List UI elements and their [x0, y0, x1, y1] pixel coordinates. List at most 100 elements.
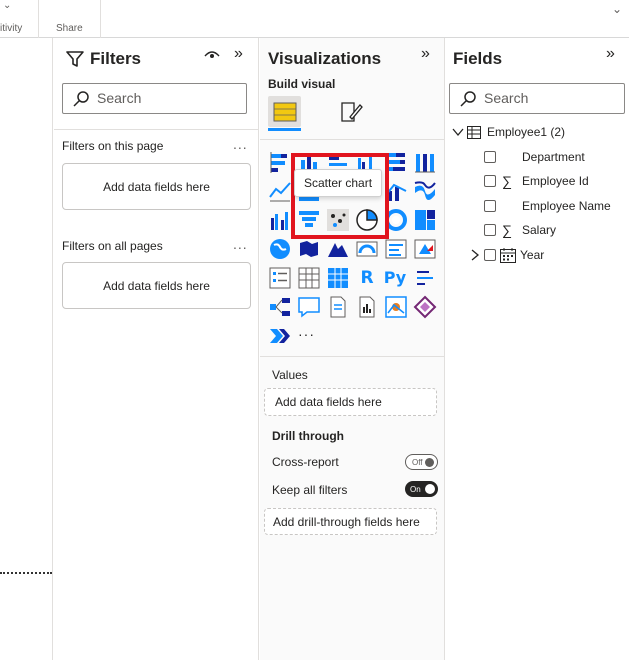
filters-title: Filters [90, 49, 142, 68]
more-options-icon[interactable]: ... [233, 136, 248, 152]
line-chart-icon[interactable] [268, 179, 292, 203]
ribbon-item-sensitivity[interactable]: itivity [0, 23, 22, 34]
field-checkbox[interactable] [484, 249, 496, 261]
toggle-knob [425, 458, 434, 467]
azure-map-icon[interactable] [326, 237, 350, 261]
active-tab-indicator [268, 128, 301, 131]
ribbon-separator [38, 0, 39, 38]
slicer-icon[interactable] [268, 266, 292, 290]
filters-on-page-label: Filters on this page [62, 139, 164, 153]
drill-through-well[interactable]: Add drill-through fields here [264, 508, 437, 535]
visualizations-pane: Visualizations » Build visual R Py ··· S… [260, 38, 445, 660]
field-label: Department [522, 150, 585, 164]
filled-map-icon[interactable] [297, 237, 321, 261]
chevron-down-icon[interactable] [452, 127, 464, 137]
ribbon-separator [100, 0, 101, 38]
search-icon [73, 91, 89, 107]
more-visuals-ellipsis-icon[interactable]: ··· [298, 326, 315, 342]
paginated-report-icon[interactable] [355, 295, 379, 319]
field-row-year[interactable]: Year [470, 244, 544, 266]
canvas-dotted-line [0, 572, 52, 574]
report-canvas[interactable] [0, 38, 53, 660]
key-influencers-icon[interactable] [413, 266, 437, 290]
field-row-employee-id[interactable]: ∑ Employee Id [484, 170, 589, 192]
ribbon-chart-icon[interactable] [413, 179, 437, 203]
kpi-icon[interactable] [413, 237, 437, 261]
sum-icon: ∑ [502, 222, 512, 238]
field-label: Salary [522, 223, 557, 237]
table-icon[interactable] [297, 266, 321, 290]
arcgis-map-icon[interactable] [384, 295, 408, 319]
build-visual-icon [273, 102, 296, 121]
cross-report-toggle-state: Off [412, 457, 423, 467]
field-checkbox[interactable] [484, 224, 496, 236]
fields-pane: Fields » Employee1 (2) Department ∑ Empl… [446, 38, 629, 660]
collapse-filters-chevron-icon[interactable]: » [234, 45, 243, 63]
toggle-knob [425, 484, 435, 494]
matrix-icon[interactable] [326, 266, 350, 290]
scatter-chart-tooltip: Scatter chart [294, 169, 383, 197]
smart-narrative-icon[interactable] [326, 295, 350, 319]
collapse-fields-chevron-icon[interactable]: » [606, 45, 615, 63]
ribbon-collapse-chevron-icon[interactable]: ⌄ [612, 2, 622, 16]
multi-row-card-icon[interactable] [384, 237, 408, 261]
map-icon[interactable] [268, 237, 292, 261]
filters-search-input[interactable] [97, 90, 237, 106]
visualizations-title: Visualizations [268, 49, 382, 68]
divider [54, 129, 258, 130]
sum-icon: ∑ [502, 173, 512, 189]
power-automate-icon[interactable] [268, 324, 292, 348]
field-checkbox[interactable] [484, 151, 496, 163]
fields-search-input[interactable] [484, 90, 624, 106]
ribbon-item-share[interactable]: Share [56, 23, 83, 34]
eye-icon[interactable] [204, 49, 220, 63]
gauge-icon[interactable] [355, 237, 379, 261]
field-label: Employee Id [522, 174, 589, 188]
ribbon: ⌄ itivity Share ⌄ [0, 0, 629, 38]
filters-search-box[interactable] [62, 83, 247, 114]
values-well[interactable]: Add data fields here [264, 388, 437, 416]
qna-icon[interactable] [297, 295, 321, 319]
search-icon [460, 91, 476, 107]
collapse-visualizations-chevron-icon[interactable]: » [421, 45, 430, 63]
field-row-salary[interactable]: ∑ Salary [484, 219, 556, 241]
chevron-right-icon[interactable] [470, 249, 480, 261]
drill-through-label: Drill through [272, 429, 344, 443]
build-visual-label: Build visual [268, 77, 336, 91]
fields-search-box[interactable] [449, 83, 625, 114]
treemap-icon[interactable] [413, 208, 437, 232]
keep-all-filters-label: Keep all filters [272, 483, 348, 497]
field-checkbox[interactable] [484, 200, 496, 212]
format-visual-tab[interactable] [334, 96, 367, 127]
field-checkbox[interactable] [484, 175, 496, 187]
python-visual-icon[interactable]: Py [381, 266, 409, 290]
r-script-visual-icon[interactable]: R [355, 266, 379, 290]
chevron-down-icon[interactable]: ⌄ [3, 0, 11, 11]
cross-report-label: Cross-report [272, 455, 339, 469]
line-and-clustered-column-chart-icon[interactable] [268, 208, 292, 232]
field-label: Employee Name [522, 199, 611, 213]
filter-funnel-icon [66, 51, 84, 67]
filters-on-page-well[interactable]: Add data fields here [62, 163, 251, 210]
more-options-icon[interactable]: ... [233, 236, 248, 252]
filters-on-all-pages-well[interactable]: Add data fields here [62, 262, 251, 309]
stacked-bar-chart-icon[interactable] [268, 150, 292, 174]
table-node-employee1[interactable]: Employee1 (2) [452, 121, 565, 143]
decomposition-tree-icon[interactable] [268, 295, 292, 319]
cross-report-toggle[interactable]: Off [405, 454, 438, 470]
100-stacked-column-chart-icon[interactable] [413, 150, 437, 174]
field-row-department[interactable]: Department [484, 146, 585, 168]
divider [260, 356, 444, 357]
build-visual-tab[interactable] [268, 96, 301, 127]
table-name: Employee1 (2) [487, 125, 566, 139]
divider [260, 139, 444, 140]
keep-all-filters-toggle[interactable]: On [405, 481, 438, 497]
power-apps-icon[interactable] [413, 295, 437, 319]
filters-pane: Filters » Filters on this page ... Add d… [54, 38, 259, 660]
field-label: Year [520, 248, 545, 262]
keep-all-filters-toggle-state: On [410, 484, 421, 494]
table-icon [467, 125, 481, 139]
field-row-employee-name[interactable]: Employee Name [484, 195, 611, 217]
values-label: Values [272, 368, 308, 382]
format-paintbrush-icon [340, 101, 363, 122]
